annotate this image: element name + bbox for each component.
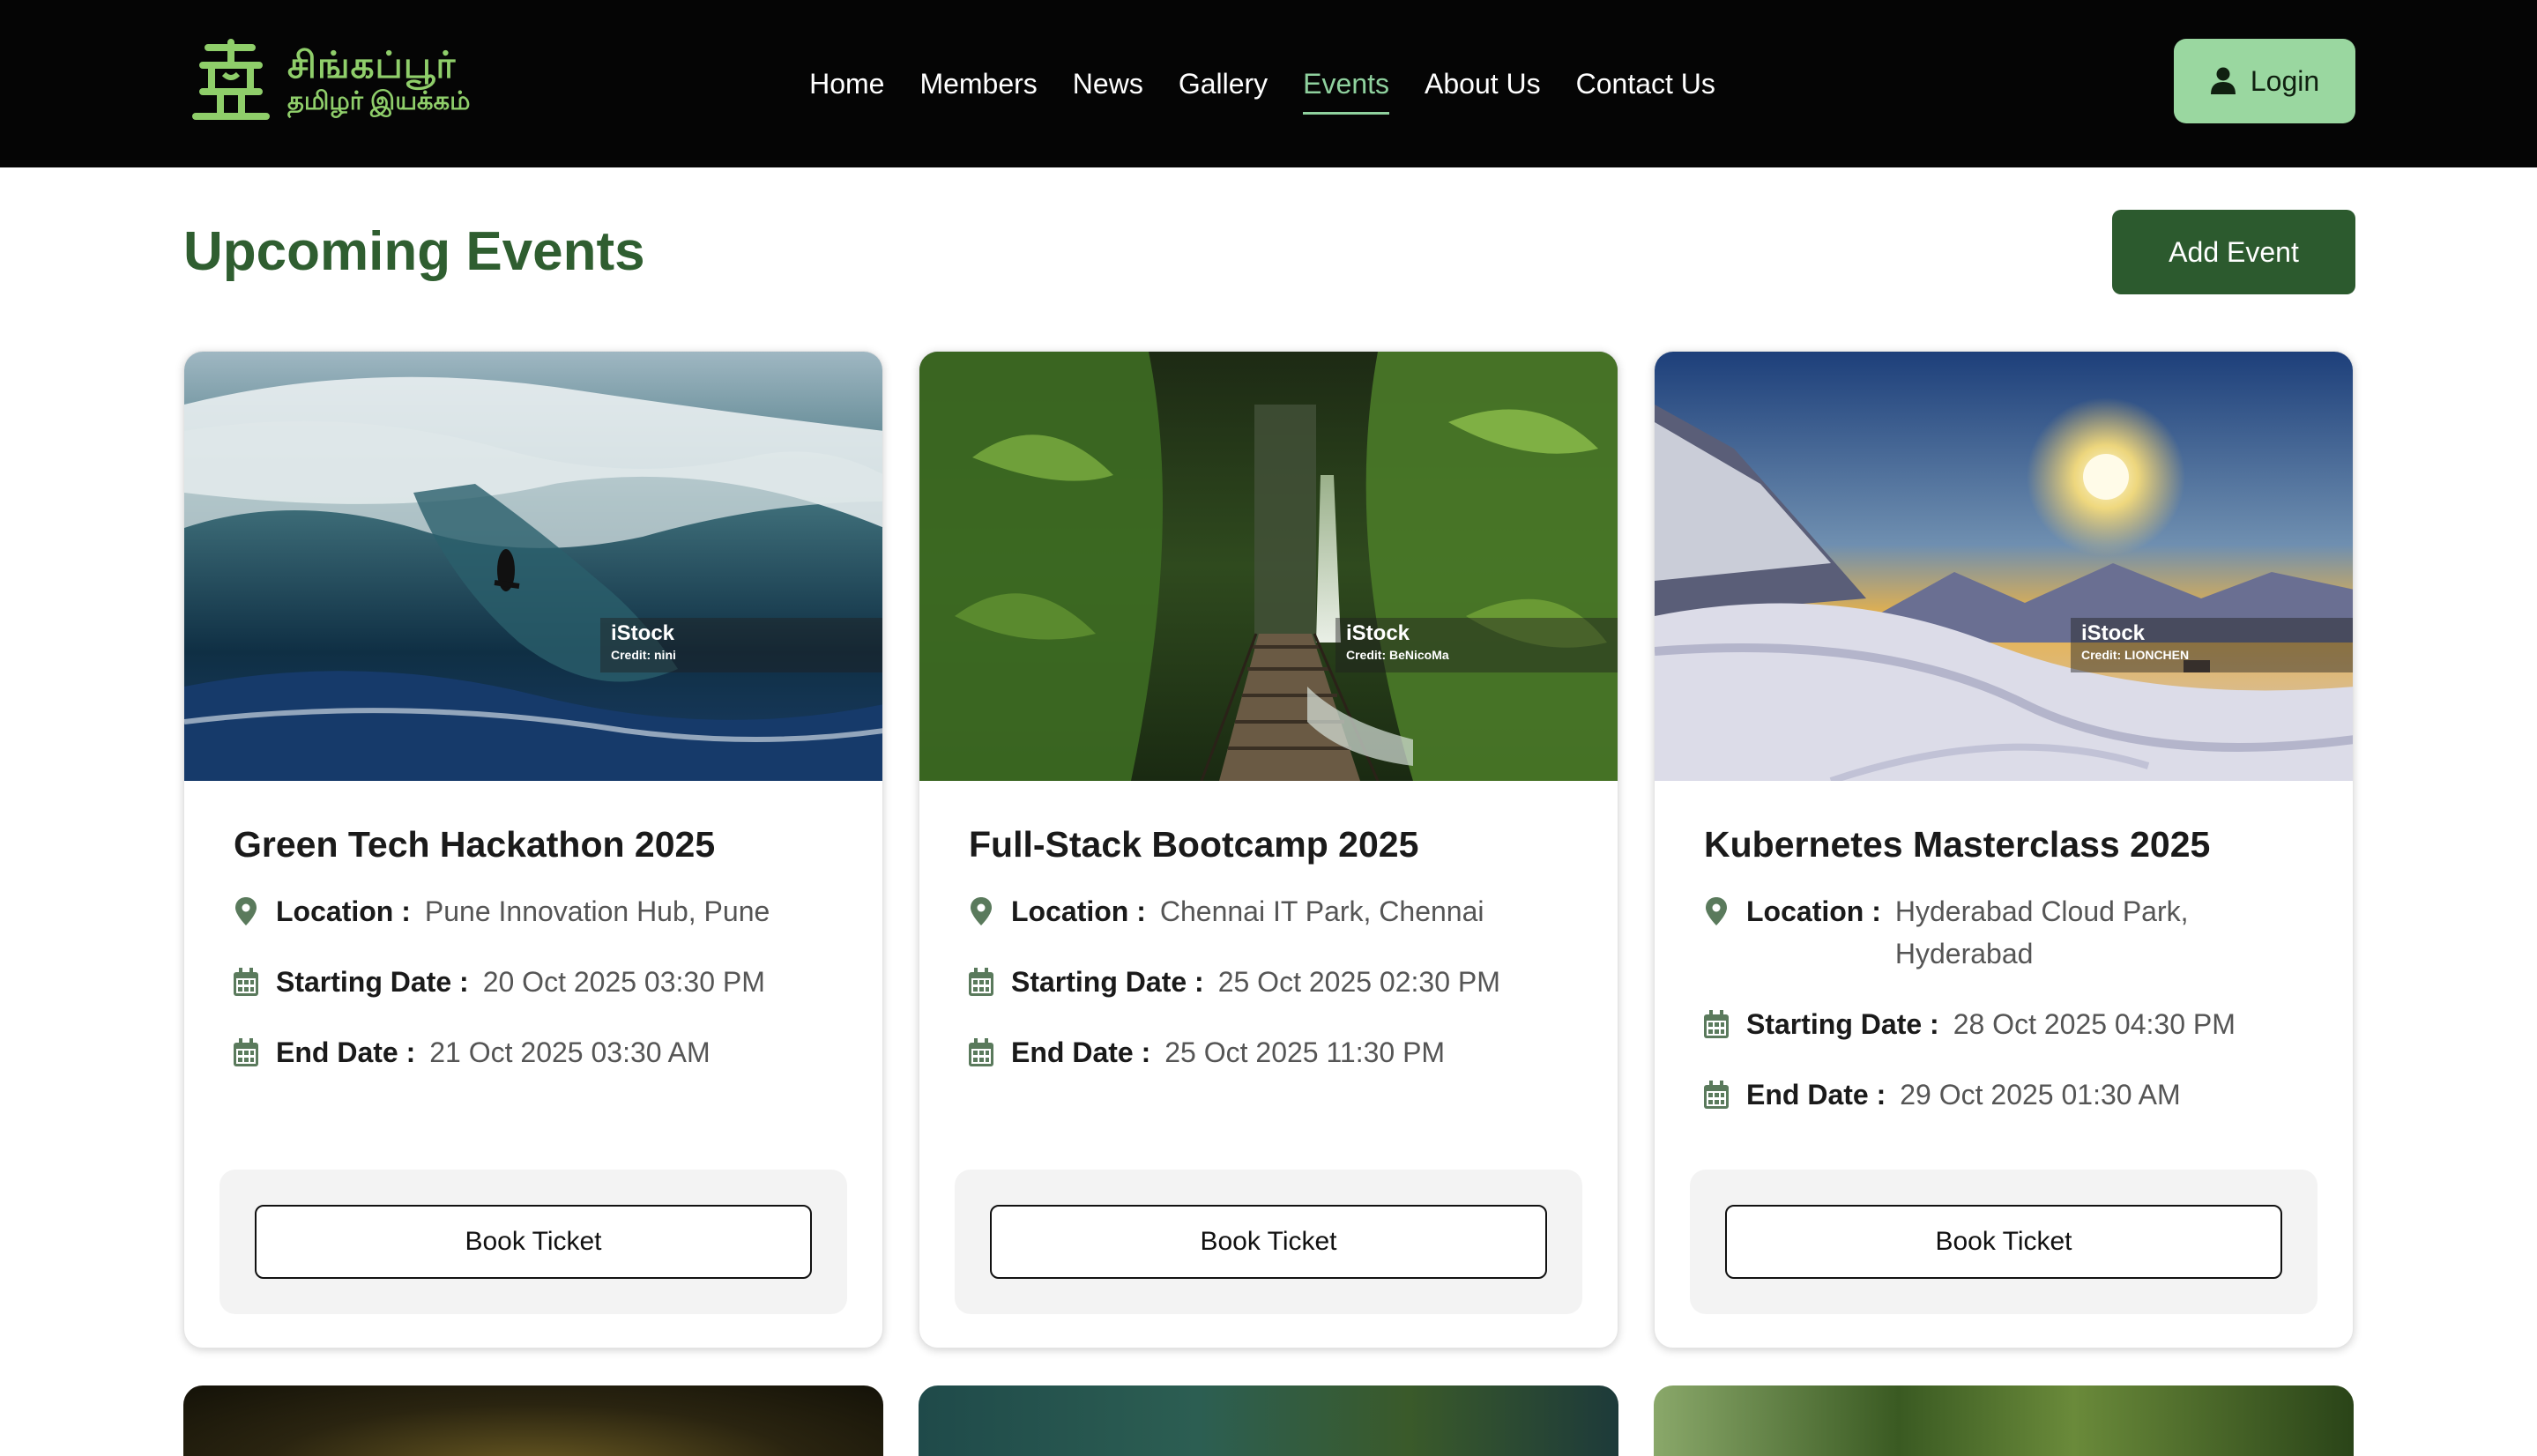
event-image: iStock Credit: BeNicoMa: [919, 352, 1618, 781]
event-location: Location : Pune Innovation Hub, Pune: [234, 890, 833, 932]
watermark: iStock Credit: LIONCHEN: [2071, 618, 2353, 672]
book-ticket-button[interactable]: Book Ticket: [1725, 1205, 2282, 1279]
event-title: Full-Stack Bootcamp 2025: [969, 824, 1419, 865]
nav-news[interactable]: News: [1073, 63, 1143, 106]
calendar-icon: [1704, 1073, 1730, 1116]
event-image: iStock Credit: nini: [184, 352, 882, 781]
site-header: சிங்கப்பூர் தமிழர் இயக்கம் Home Members …: [0, 0, 2537, 167]
event-image: iStock Credit: LIONCHEN: [1655, 352, 2353, 781]
event-card: iStock Credit: LIONCHEN Kubernetes Maste…: [1654, 351, 2354, 1348]
add-event-button[interactable]: Add Event: [2112, 210, 2355, 294]
ticket-panel: Book Ticket: [219, 1170, 847, 1314]
event-end-date: End Date : 25 Oct 2025 11:30 PM: [969, 1031, 1568, 1073]
location-pin-icon: [234, 890, 260, 932]
event-card-partial: [1654, 1385, 2354, 1456]
event-card-partial: [183, 1385, 883, 1456]
nav-contact-us[interactable]: Contact Us: [1576, 63, 1715, 106]
event-start-date: Starting Date : 20 Oct 2025 03:30 PM: [234, 961, 833, 1003]
event-start-date: Starting Date : 25 Oct 2025 02:30 PM: [969, 961, 1568, 1003]
event-start-date: Starting Date : 28 Oct 2025 04:30 PM: [1704, 1003, 2303, 1045]
book-ticket-button[interactable]: Book Ticket: [990, 1205, 1547, 1279]
nav-about-us[interactable]: About Us: [1425, 63, 1541, 106]
calendar-icon: [234, 1031, 260, 1073]
event-location: Location : Chennai IT Park, Chennai: [969, 890, 1568, 932]
ticket-panel: Book Ticket: [955, 1170, 1582, 1314]
calendar-icon: [969, 1031, 995, 1073]
calendar-icon: [234, 961, 260, 1003]
event-location: Location : Hyderabad Cloud Park, Hyderab…: [1704, 890, 2303, 975]
watermark: iStock Credit: BeNicoMa: [1335, 618, 1618, 672]
nav-gallery[interactable]: Gallery: [1179, 63, 1268, 106]
main-nav: Home Members News Gallery Events About U…: [0, 0, 2537, 167]
calendar-icon: [1704, 1003, 1730, 1045]
event-title: Kubernetes Masterclass 2025: [1704, 824, 2211, 865]
nav-members[interactable]: Members: [919, 63, 1037, 106]
login-label: Login: [2250, 64, 2320, 97]
event-end-date: End Date : 21 Oct 2025 03:30 AM: [234, 1031, 833, 1073]
login-button[interactable]: Login: [2174, 39, 2355, 123]
location-pin-icon: [1704, 890, 1730, 932]
watermark: iStock Credit: nini: [600, 618, 882, 672]
nav-events[interactable]: Events: [1303, 63, 1389, 115]
jungle-bridge-waterfall-photo: [919, 352, 1618, 781]
user-icon: [2210, 67, 2236, 94]
location-pin-icon: [969, 890, 995, 932]
ticket-panel: Book Ticket: [1690, 1170, 2318, 1314]
event-card: iStock Credit: BeNicoMa Full-Stack Bootc…: [919, 351, 1618, 1348]
book-ticket-button[interactable]: Book Ticket: [255, 1205, 812, 1279]
event-end-date: End Date : 29 Oct 2025 01:30 AM: [1704, 1073, 2303, 1116]
event-card: iStock Credit: nini Green Tech Hackathon…: [183, 351, 883, 1348]
nav-home[interactable]: Home: [809, 63, 884, 106]
event-card-partial: [919, 1385, 1618, 1456]
event-title: Green Tech Hackathon 2025: [234, 824, 716, 865]
calendar-icon: [969, 961, 995, 1003]
page-title: Upcoming Events: [183, 221, 645, 282]
snowy-mountain-sunset-photo: [1655, 352, 2353, 781]
surfer-wave-photo: [184, 352, 882, 781]
